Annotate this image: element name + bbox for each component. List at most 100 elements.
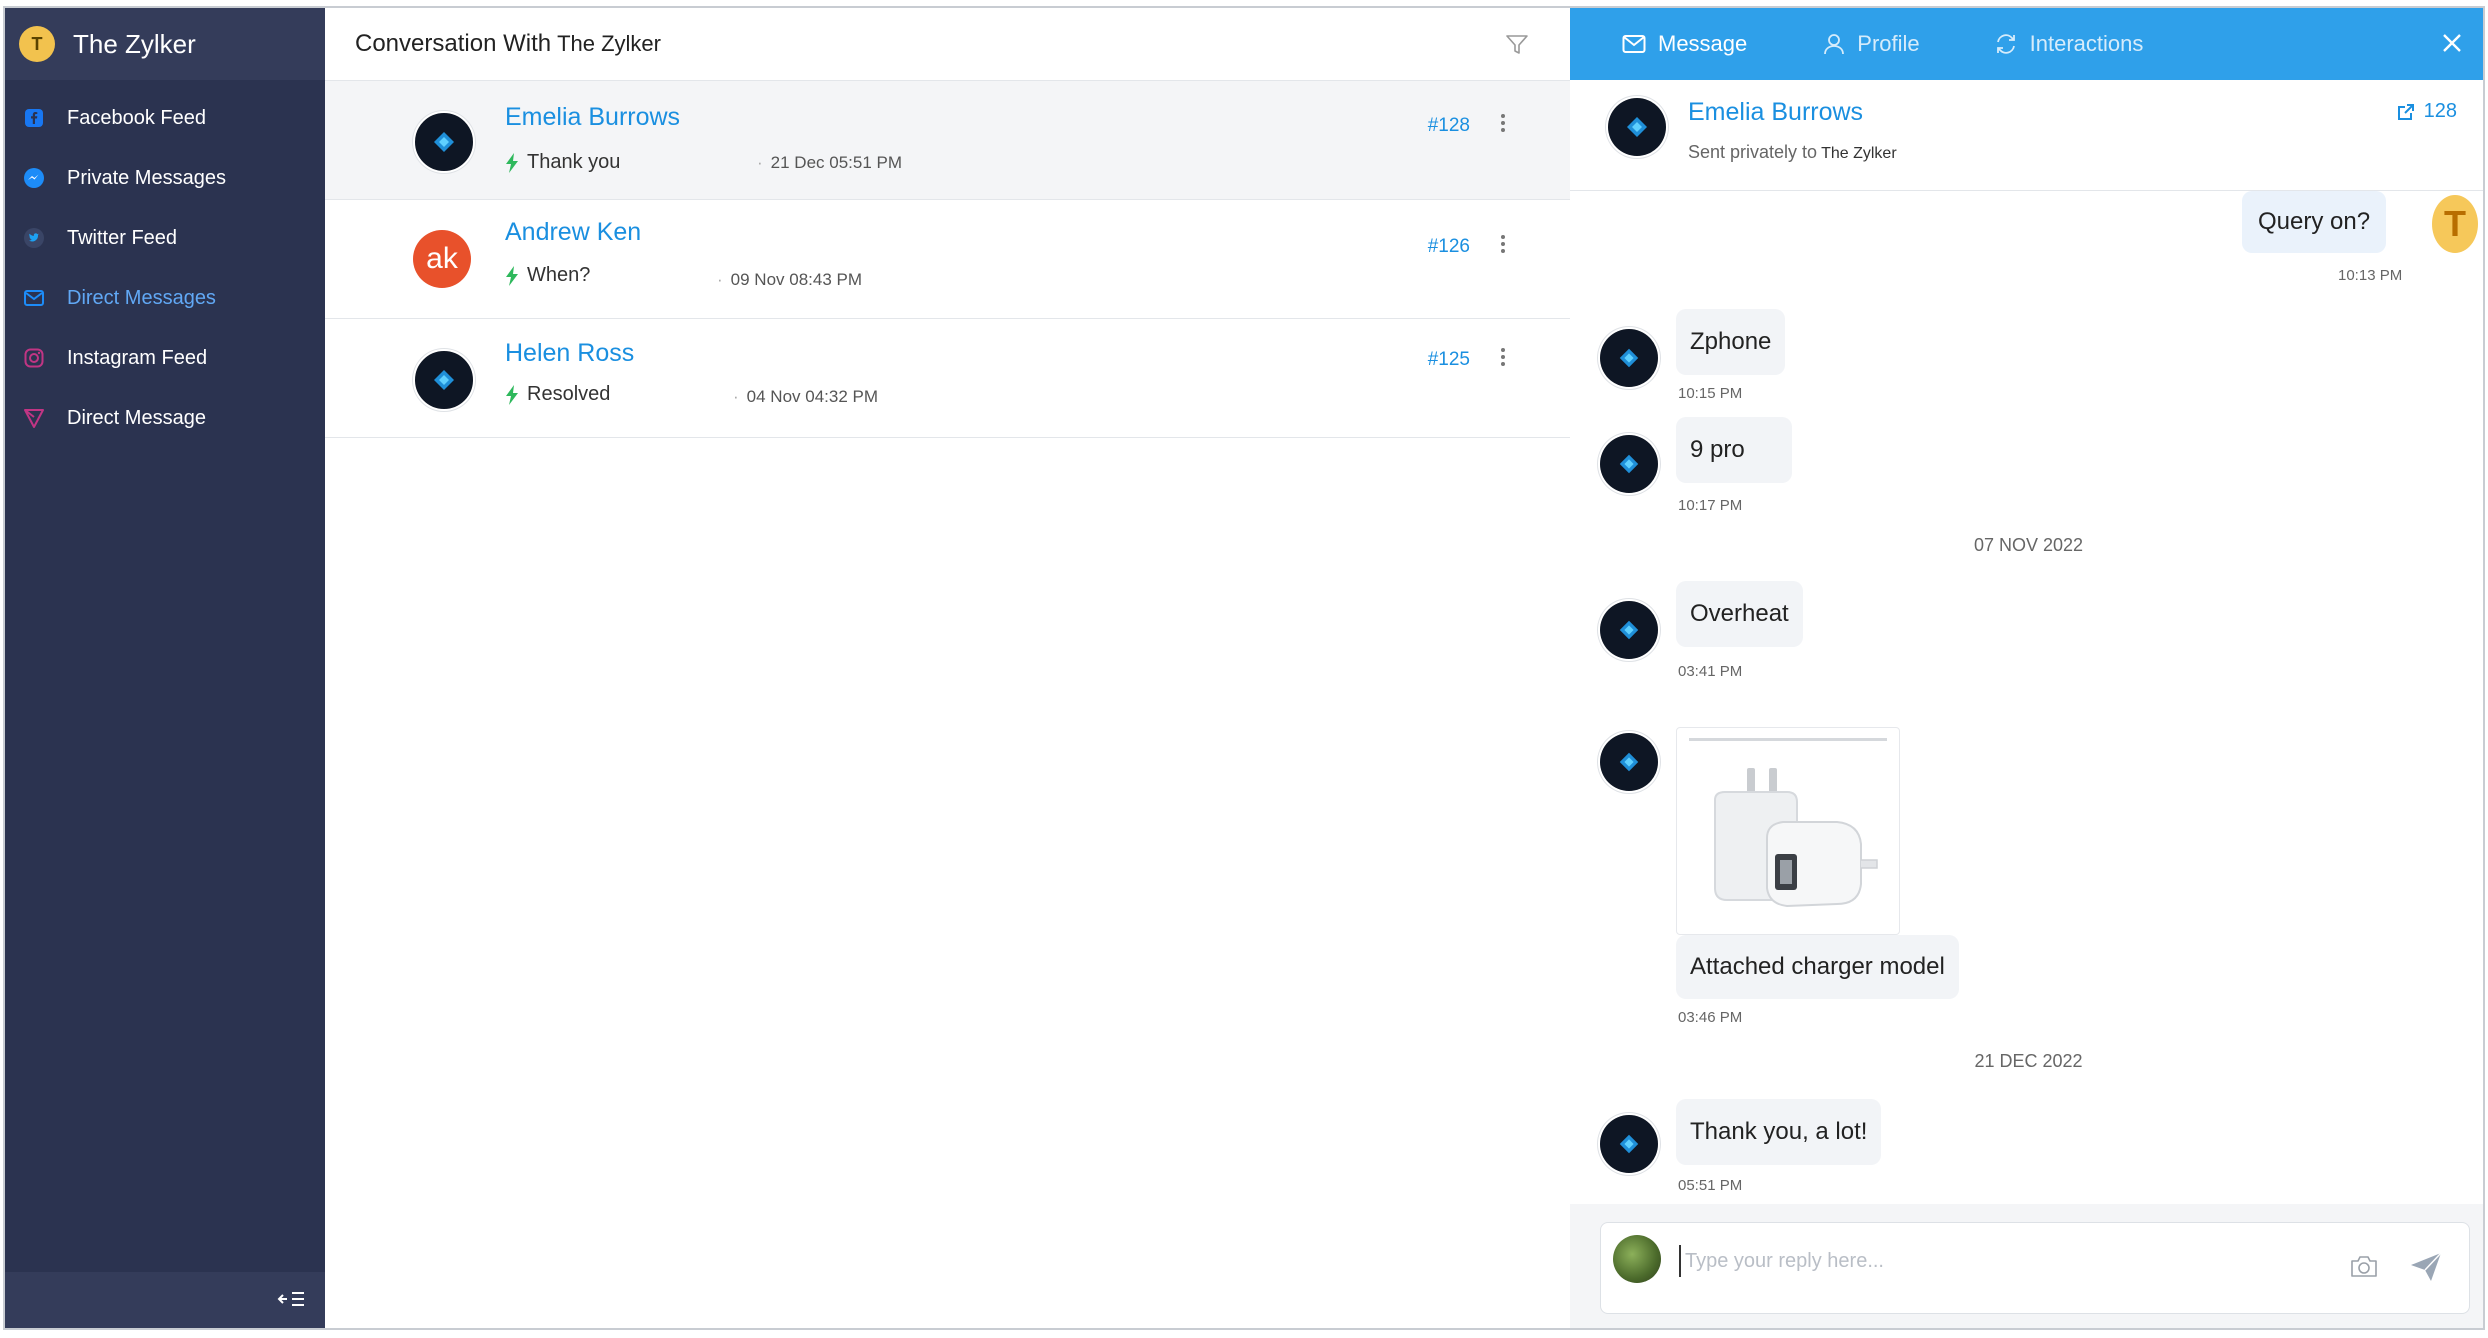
agent-avatar: T [2432, 195, 2478, 253]
message-panel: Message Profile Interactions Emelia Burr… [1570, 8, 2483, 1328]
sidebar-item-label: Instagram Feed [67, 346, 208, 369]
tab-message[interactable]: Message [1622, 31, 1747, 57]
instagram-direct-icon [23, 407, 45, 429]
more-options-icon[interactable] [1500, 111, 1506, 137]
conversation-item[interactable]: Helen Ross Resolved 04 Nov 04:32 PM #125 [325, 319, 1570, 438]
charger-image-icon [1714, 768, 1878, 908]
sidebar-item-facebook-feed[interactable]: Facebook Feed [5, 88, 325, 148]
instagram-icon [23, 347, 45, 369]
sidebar-item-twitter-feed[interactable]: Twitter Feed [5, 208, 325, 268]
sidebar-item-instagram-feed[interactable]: Instagram Feed [5, 328, 325, 388]
sidebar-nav: Facebook Feed Private Messages Twitter F… [5, 88, 325, 448]
tab-label: Message [1658, 31, 1748, 56]
ticket-link[interactable]: 128 [2396, 100, 2457, 123]
message-bubble: 9 pro [1676, 417, 1792, 483]
reply-input[interactable] [1679, 1245, 2327, 1277]
tab-label: Profile [1857, 31, 1920, 56]
brand-logo-icon [1619, 620, 1639, 640]
message-time: 03:41 PM [1678, 663, 1743, 680]
sync-icon [1996, 34, 2015, 54]
conversation-name[interactable]: Helen Ross [505, 339, 634, 368]
sent-to-account: The Zylker [1821, 145, 1897, 162]
filter-icon[interactable] [1504, 32, 1530, 58]
facebook-icon [23, 107, 45, 129]
conversation-item[interactable]: Emelia Burrows Thank you 21 Dec 05:51 PM… [325, 81, 1570, 200]
message-time: 10:17 PM [1678, 497, 1743, 514]
avatar [1600, 1115, 1658, 1173]
agent-photo-avatar [1613, 1235, 1661, 1283]
send-icon[interactable] [2409, 1251, 2443, 1283]
tab-profile[interactable]: Profile [1823, 31, 1920, 57]
brand-logo-icon [1619, 752, 1639, 772]
message-time: 10:13 PM [2338, 267, 2403, 284]
message-bubble: Overheat [1676, 581, 1803, 647]
app-window: T The Zylker Facebook Feed Private Messa… [3, 6, 2485, 1330]
ticket-id[interactable]: #125 [1428, 349, 1470, 371]
sidebar-item-direct-message[interactable]: Direct Message [5, 388, 325, 448]
more-options-icon[interactable] [1500, 232, 1506, 258]
more-options-icon[interactable] [1500, 345, 1506, 371]
tab-interactions[interactable]: Interactions [1994, 31, 2144, 57]
ticket-id[interactable]: #126 [1428, 236, 1470, 258]
conversation-last-message: Thank you [527, 151, 621, 173]
page-title: Conversation With [355, 30, 552, 57]
panel-tabs: Message Profile Interactions [1570, 8, 2483, 80]
message-text: Query on? [2258, 208, 2371, 235]
avatar [413, 111, 475, 173]
message-bubble: Thank you, a lot! [1676, 1099, 1882, 1165]
close-icon[interactable] [2439, 30, 2465, 56]
camera-icon[interactable] [2349, 1253, 2379, 1279]
conversation-list-header: Conversation With The Zylker [325, 8, 1570, 81]
message-thread: Query on? T 10:13 PM Zphone 10:15 PM 9 p… [1570, 191, 2483, 1216]
sidebar-item-label: Facebook Feed [67, 106, 206, 129]
sidebar-item-label: Twitter Feed [67, 226, 178, 249]
conversation-time: 04 Nov 04:32 PM [733, 387, 878, 407]
sidebar-item-private-messages[interactable]: Private Messages [5, 148, 325, 208]
person-icon [1824, 34, 1845, 55]
conversation-list-panel: Conversation With The Zylker Emelia Burr… [325, 8, 1571, 1328]
message-text: 9 pro [1690, 436, 1745, 463]
sidebar-item-direct-messages[interactable]: Direct Messages [5, 268, 325, 328]
message-text: Thank you, a lot! [1690, 1118, 1868, 1145]
date-separator: 21 DEC 2022 [1974, 1051, 2083, 1071]
sidebar: T The Zylker Facebook Feed Private Messa… [5, 8, 325, 1328]
avatar [1600, 435, 1658, 493]
message-time: 10:15 PM [1678, 385, 1743, 402]
conversation-name[interactable]: Emelia Burrows [505, 103, 680, 132]
brand-avatar: T [19, 26, 55, 62]
brand-logo-icon [434, 132, 454, 152]
avatar [1600, 733, 1658, 791]
avatar [413, 349, 475, 411]
message-bubble-outgoing: Query on? [2242, 191, 2387, 253]
bolt-icon [506, 265, 518, 286]
brand-logo-icon [434, 370, 454, 390]
message-bubble: Attached charger model [1676, 935, 1959, 999]
sidebar-item-label: Direct Message [67, 406, 206, 429]
ticket-id[interactable]: #128 [1428, 115, 1470, 137]
avatar [1600, 329, 1658, 387]
avatar [1600, 601, 1658, 659]
contact-header: Emelia Burrows Sent privately to The Zylk… [1570, 80, 2483, 191]
conversation-item[interactable]: ak Andrew Ken When? 09 Nov 08:43 PM #126 [325, 200, 1570, 319]
reply-area [1570, 1204, 2483, 1328]
message-text: Zphone [1690, 328, 1772, 355]
collapse-sidebar-icon[interactable] [277, 1286, 307, 1312]
messenger-icon [23, 167, 45, 189]
bolt-icon [506, 384, 518, 405]
reply-box [1600, 1222, 2470, 1314]
message-bubble: Zphone [1676, 309, 1786, 375]
brand-header[interactable]: T The Zylker [5, 8, 325, 80]
ticket-number: 128 [2423, 100, 2457, 122]
charger-image[interactable] [1676, 727, 1900, 935]
message-text: Overheat [1690, 600, 1789, 627]
contact-name[interactable]: Emelia Burrows [1688, 98, 1863, 127]
message-time: 05:51 PM [1678, 1177, 1743, 1194]
sidebar-footer [5, 1272, 325, 1328]
conversation-last-message: When? [527, 264, 591, 286]
conversation-time: 09 Nov 08:43 PM [717, 270, 862, 290]
conversation-name[interactable]: Andrew Ken [505, 218, 641, 247]
brand-name: The Zylker [73, 28, 196, 59]
brand-logo-icon [1619, 348, 1639, 368]
bolt-icon [506, 152, 518, 173]
tab-label: Interactions [2029, 31, 2144, 56]
